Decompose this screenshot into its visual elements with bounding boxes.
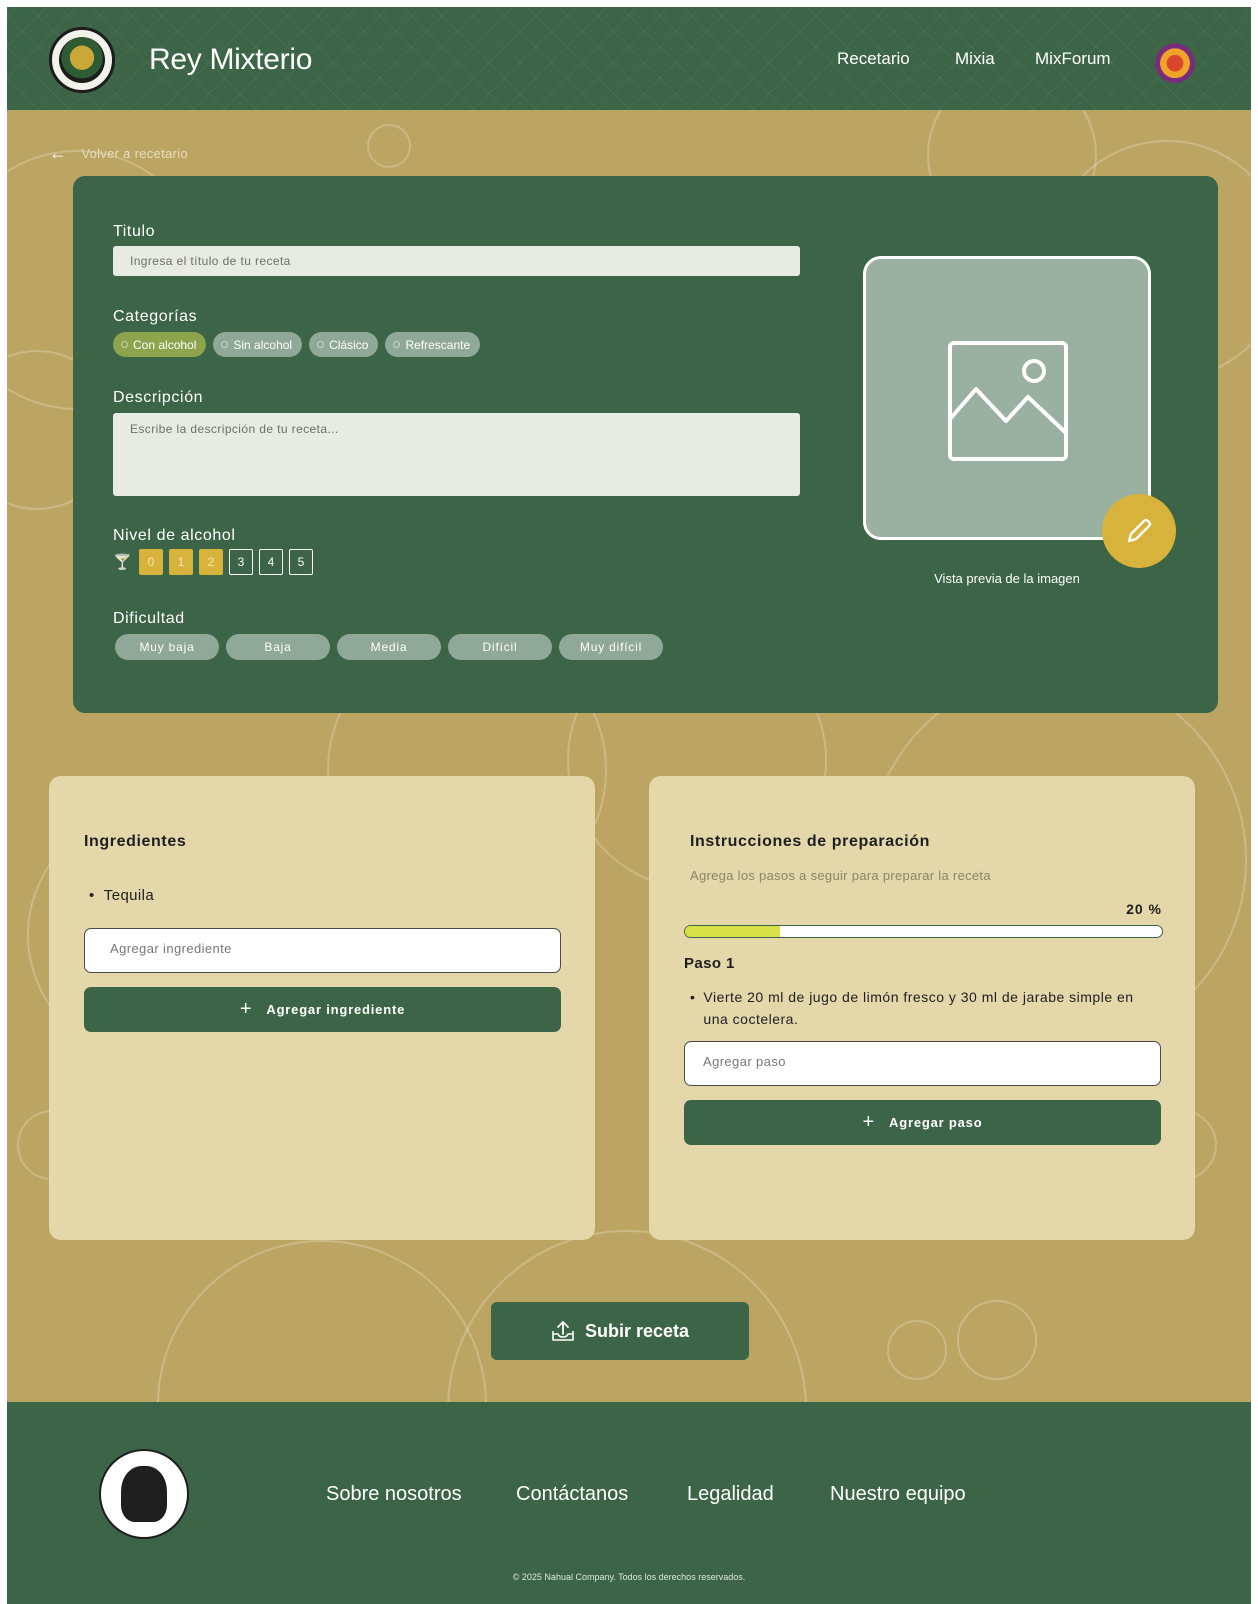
recipe-form-card: Titulo Ingresa el título de tu receta Ca… xyxy=(73,176,1218,713)
rey-mixterio-logo[interactable] xyxy=(49,27,115,93)
instructions-subtitle: Agrega los pasos a seguir para preparar … xyxy=(690,868,991,883)
add-step-button[interactable]: + Agregar paso xyxy=(684,1100,1161,1145)
instructions-title: Instrucciones de preparación xyxy=(690,833,930,850)
back-link-label: Volver a recetario xyxy=(81,146,188,161)
title-input[interactable]: Ingresa el título de tu receta xyxy=(113,246,800,276)
image-placeholder-icon xyxy=(948,341,1068,461)
submit-recipe-button[interactable]: Subir receta xyxy=(491,1302,749,1360)
chip-clasico[interactable]: Clásico xyxy=(309,332,379,357)
difficulty-media[interactable]: Media xyxy=(337,634,441,660)
chip-refrescante[interactable]: Refrescante xyxy=(385,332,481,357)
nav-mixforum[interactable]: MixForum xyxy=(1035,49,1111,69)
category-chips: Con alcohol Sin alcohol Clásico Refresca… xyxy=(113,332,481,357)
description-label: Descripción xyxy=(113,389,204,406)
nahual-company-logo xyxy=(99,1449,189,1539)
pencil-icon xyxy=(1127,518,1152,543)
user-avatar[interactable] xyxy=(1153,39,1197,83)
back-link[interactable]: ← Volver a recetario xyxy=(49,143,188,164)
main-content: ← Volver a recetario Titulo Ingresa el t… xyxy=(7,110,1251,1402)
alcohol-level-3[interactable]: 3 xyxy=(229,549,253,575)
footer-link-sobre-nosotros[interactable]: Sobre nosotros xyxy=(326,1483,462,1506)
ingredient-item: • Tequila xyxy=(89,887,155,904)
image-preview-caption: Vista previa de la imagen xyxy=(934,571,1080,586)
footer-link-legalidad[interactable]: Legalidad xyxy=(687,1483,774,1506)
description-textarea[interactable]: Escribe la descripción de tu receta... xyxy=(113,413,800,496)
alcohol-level-selector: 🍸 0 1 2 3 4 5 xyxy=(113,549,313,575)
alcohol-level-4[interactable]: 4 xyxy=(259,549,283,575)
ingredient-input[interactable]: Agregar ingrediente xyxy=(84,928,561,973)
nav-recetario[interactable]: Recetario xyxy=(837,49,910,69)
instructions-panel: Instrucciones de preparación Agrega los … xyxy=(649,776,1195,1240)
site-header: Rey Mixterio Recetario Mixia MixForum xyxy=(7,7,1251,110)
categories-label: Categorías xyxy=(113,308,198,325)
glass-icon: 🍸 xyxy=(113,554,132,571)
copyright-text: © 2025 Nahual Company. Todos los derecho… xyxy=(512,1572,746,1582)
difficulty-baja[interactable]: Baja xyxy=(226,634,330,660)
step-item: • Vierte 20 ml de jugo de limón fresco y … xyxy=(690,986,1160,1030)
footer-link-contactanos[interactable]: Contáctanos xyxy=(516,1483,628,1506)
alcohol-level-2[interactable]: 2 xyxy=(199,549,223,575)
progress-label: 20 % xyxy=(1126,901,1162,917)
edit-image-button[interactable] xyxy=(1102,494,1176,568)
footer-link-nuestro-equipo[interactable]: Nuestro equipo xyxy=(830,1483,966,1506)
alcohol-level-1[interactable]: 1 xyxy=(169,549,193,575)
brand-name[interactable]: Rey Mixterio xyxy=(149,43,312,77)
site-footer: Sobre nosotros Contáctanos Legalidad Nue… xyxy=(7,1402,1251,1604)
alcohol-level-5[interactable]: 5 xyxy=(289,549,313,575)
step-text: Vierte 20 ml de jugo de limón fresco y 3… xyxy=(703,989,1134,1027)
chip-sin-alcohol[interactable]: Sin alcohol xyxy=(213,332,303,357)
ingredients-title: Ingredientes xyxy=(84,833,187,850)
ingredients-panel: Ingredientes • Tequila Agregar ingredien… xyxy=(49,776,595,1240)
step-title: Paso 1 xyxy=(684,955,735,972)
alcohol-level-label: Nivel de alcohol xyxy=(113,527,236,544)
difficulty-dificil[interactable]: Difícil xyxy=(448,634,552,660)
difficulty-muy-baja[interactable]: Muy baja xyxy=(115,634,219,660)
plus-icon: + xyxy=(239,998,253,1020)
difficulty-muy-dificil[interactable]: Muy difícil xyxy=(559,634,663,660)
chip-con-alcohol[interactable]: Con alcohol xyxy=(113,332,207,357)
progress-bar xyxy=(684,925,1163,938)
title-label: Titulo xyxy=(113,223,156,240)
page-frame: Rey Mixterio Recetario Mixia MixForum ← … xyxy=(7,7,1251,1604)
alcohol-level-0[interactable]: 0 xyxy=(139,549,163,575)
upload-icon xyxy=(552,1321,574,1341)
back-arrow-icon: ← xyxy=(49,143,68,163)
plus-icon: + xyxy=(862,1111,876,1133)
nav-mixia[interactable]: Mixia xyxy=(955,49,995,69)
image-preview[interactable] xyxy=(863,256,1151,540)
difficulty-selector: Muy baja Baja Media Difícil Muy difícil xyxy=(115,634,663,660)
difficulty-label: Dificultad xyxy=(113,610,185,627)
add-ingredient-button[interactable]: + Agregar ingrediente xyxy=(84,987,561,1032)
step-input[interactable]: Agregar paso xyxy=(684,1041,1161,1086)
